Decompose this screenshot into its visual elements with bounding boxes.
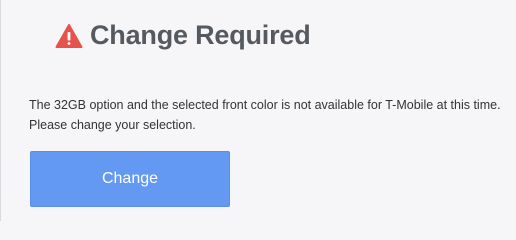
warning-triangle-icon	[55, 23, 83, 49]
page-title: Change Required	[90, 20, 311, 50]
message-line-2: Please change your selection.	[29, 118, 196, 132]
change-required-panel: Change Required The 32GB option and the …	[0, 0, 516, 221]
availability-message: The 32GB option and the selected front c…	[29, 95, 515, 135]
change-button[interactable]: Change	[30, 151, 230, 207]
title-row: Change Required	[55, 20, 311, 51]
message-line-1: The 32GB option and the selected front c…	[29, 98, 501, 112]
